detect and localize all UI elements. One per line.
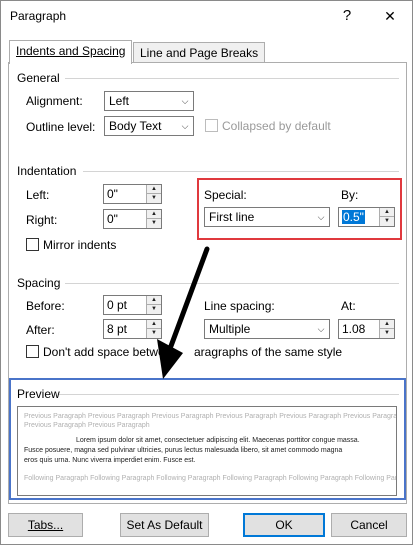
annotation-arrow — [157, 246, 210, 379]
set-as-default-button[interactable]: Set As Default — [120, 513, 209, 537]
cancel-label: Cancel — [350, 518, 388, 532]
arrow-shaft — [168, 246, 210, 349]
paragraph-dialog: Paragraph ? ✕ Indents and Spacing Line a… — [0, 0, 413, 545]
tabs-button-label: Tabs... — [27, 518, 64, 532]
tab-indents-and-spacing-label: Indents and Spacing — [16, 44, 126, 58]
ok-button[interactable]: OK — [243, 513, 325, 537]
set-as-default-label: Set As Default — [126, 518, 203, 532]
tabs-button[interactable]: Tabs... — [8, 513, 83, 537]
cancel-button[interactable]: Cancel — [331, 513, 407, 537]
tab-indents-and-spacing[interactable]: Indents and Spacing — [9, 40, 133, 64]
ok-label: OK — [275, 518, 293, 532]
